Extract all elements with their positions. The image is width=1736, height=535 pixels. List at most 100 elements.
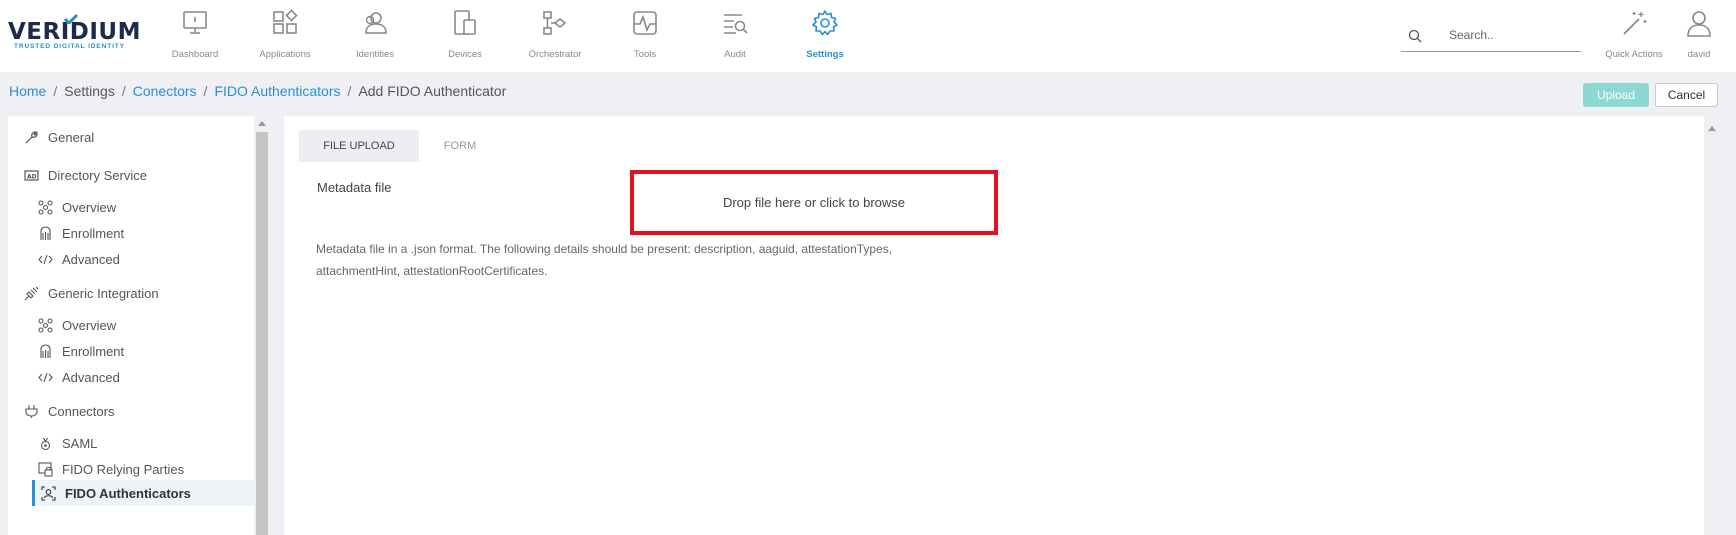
sidebar-item-ds-overview[interactable]: Overview: [38, 194, 116, 220]
nav-label: Applications: [259, 49, 311, 60]
user-menu[interactable]: david: [1664, 0, 1734, 72]
sidebar-item-fido-authenticators[interactable]: FIDO Authenticators: [32, 480, 254, 506]
breadcrumb-separator: /: [121, 83, 126, 99]
magic-wand-icon: [1623, 12, 1647, 35]
enrollment-fingerprint-icon: [40, 343, 51, 358]
tab-form[interactable]: FORM: [425, 130, 495, 162]
breadcrumb-home[interactable]: Home: [9, 83, 46, 99]
main-nav: Dashboard Applications Identities Device…: [150, 0, 870, 72]
sidebar-item-label: Advanced: [62, 251, 120, 267]
svg-text:AD: AD: [27, 173, 37, 180]
saml-icon: [40, 437, 51, 450]
sidebar-item-label: Connectors: [48, 403, 115, 419]
sidebar-item-general[interactable]: General: [24, 124, 94, 150]
dropzone-text: Drop file here or click to browse: [722, 195, 906, 210]
nav-dashboard[interactable]: Dashboard: [150, 0, 240, 72]
sidebar-item-label: Advanced: [62, 369, 120, 385]
audit-list-icon: [724, 14, 748, 34]
overview-nodes-icon: [38, 317, 53, 333]
sidebar-item-fido-relying-parties[interactable]: FIDO Relying Parties: [38, 456, 184, 482]
quick-actions-label: Quick Actions: [1605, 49, 1663, 60]
search-icon: [1408, 29, 1422, 43]
pulse-icon: [633, 11, 657, 35]
sidebar-item-label: Overview: [62, 317, 117, 333]
upload-button[interactable]: Upload: [1583, 83, 1649, 107]
ad-icon: AD: [24, 169, 39, 181]
scroll-up-arrow-icon[interactable]: [258, 121, 266, 126]
monitor-icon: [183, 11, 207, 34]
apps-grid-icon: [273, 9, 298, 34]
breadcrumb: Home / Settings / Conectors / FIDO Authenticat…: [9, 83, 506, 99]
breadcrumb-separator: /: [53, 83, 58, 99]
sidebar-item-label: Enrollment: [62, 225, 125, 241]
nav-label: Tools: [633, 49, 657, 60]
nav-audit[interactable]: Audit: [690, 0, 780, 72]
tab-file-upload[interactable]: FILE UPLOAD: [299, 130, 419, 162]
metadata-help-text: Metadata file in a .json format. The fol…: [316, 242, 893, 278]
cancel-button[interactable]: Cancel: [1655, 83, 1718, 107]
breadcrumb-conectors[interactable]: Conectors: [133, 83, 197, 99]
veridium-logo[interactable]: VERIDIUM TRUSTED DIGITAL IDENTITY: [8, 14, 141, 54]
search-input[interactable]: [1449, 24, 1574, 46]
sidebar-scrollbar-thumb[interactable]: [256, 132, 268, 535]
sidebar-scrollbar[interactable]: [254, 116, 270, 535]
nav-label: Dashboard: [171, 49, 219, 60]
metadata-file-label: Metadata file: [317, 180, 392, 195]
sidebar-item-label: FIDO Relying Parties: [62, 461, 185, 477]
sidebar-item-label: Generic Integration: [48, 285, 159, 301]
sidebar-item-label: Directory Service: [48, 167, 147, 183]
sidebar-item-gi-overview[interactable]: Overview: [38, 312, 116, 338]
logo-check-icon: [64, 14, 78, 24]
main-scrollbar[interactable]: [1704, 116, 1720, 535]
nav-devices[interactable]: Devices: [420, 0, 510, 72]
nav-settings[interactable]: Settings: [780, 0, 870, 72]
sidebar-item-label: Overview: [62, 199, 117, 215]
fido-lock-icon: [38, 461, 53, 477]
scroll-up-arrow-icon[interactable]: [1708, 126, 1716, 131]
user-name: david: [1687, 49, 1711, 60]
sidebar-item-gi-advanced[interactable]: Advanced: [38, 364, 120, 390]
breadcrumb-fido-authenticators[interactable]: FIDO Authenticators: [214, 83, 340, 99]
sidebar-item-directory-service[interactable]: AD Directory Service: [24, 162, 147, 188]
gear-icon: [812, 10, 838, 36]
power-plug-icon: [25, 404, 38, 418]
code-icon: [38, 254, 53, 264]
code-icon: [38, 372, 53, 382]
nav-label: Settings: [806, 49, 844, 60]
nav-label: Devices: [448, 49, 482, 60]
enrollment-fingerprint-icon: [40, 225, 51, 240]
quick-actions-button[interactable]: Quick Actions: [1599, 0, 1669, 72]
breadcrumb-separator: /: [347, 83, 352, 99]
sidebar-item-label: Enrollment: [62, 343, 125, 359]
nav-applications[interactable]: Applications: [240, 0, 330, 72]
sidebar-item-ds-advanced[interactable]: Advanced: [38, 246, 120, 272]
sidebar-item-label: SAML: [62, 435, 98, 451]
nav-label: Orchestrator: [528, 49, 582, 60]
breadcrumb-separator: /: [203, 83, 208, 99]
sidebar-item-ds-enrollment[interactable]: Enrollment: [38, 220, 124, 246]
sidebar-item-gi-enrollment[interactable]: Enrollment: [38, 338, 124, 364]
nav-orchestrator[interactable]: Orchestrator: [510, 0, 600, 72]
plug-integration-icon: [24, 286, 39, 300]
users-icon: [365, 12, 387, 34]
overview-nodes-icon: [38, 199, 53, 215]
sidebar-item-generic-integration[interactable]: Generic Integration: [24, 280, 159, 306]
settings-sidebar: General AD Directory Service Overview En…: [8, 116, 254, 535]
wrench-icon: [25, 130, 38, 143]
nav-label: Audit: [724, 49, 746, 60]
sidebar-item-connectors[interactable]: Connectors: [24, 398, 114, 424]
nav-label: Identities: [355, 49, 395, 60]
orchestrator-icon: [543, 11, 567, 35]
nav-tools[interactable]: Tools: [600, 0, 690, 72]
global-search: [1401, 20, 1581, 52]
metadata-file-dropzone[interactable]: Drop file here or click to browse: [630, 170, 998, 235]
sidebar-item-label: FIDO Authenticators: [65, 485, 191, 501]
devices-icon: [454, 10, 476, 35]
nav-identities[interactable]: Identities: [330, 0, 420, 72]
user-icon: [1687, 11, 1711, 37]
logo-tagline: TRUSTED DIGITAL IDENTITY: [14, 43, 125, 50]
breadcrumb-current: Add FIDO Authenticator: [358, 83, 507, 99]
sidebar-item-saml[interactable]: SAML: [38, 430, 97, 456]
top-navigation-bar: VERIDIUM TRUSTED DIGITAL IDENTITY Dashbo…: [0, 0, 1736, 72]
breadcrumb-settings: Settings: [64, 83, 115, 99]
